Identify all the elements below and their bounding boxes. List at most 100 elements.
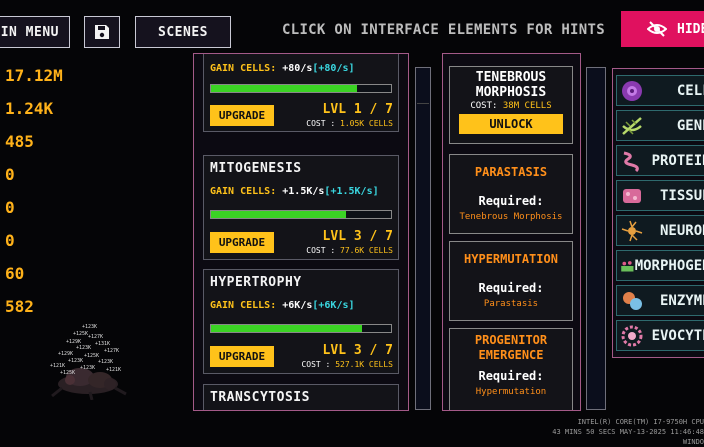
system-info-line: 43 MINS 50 SECS MAY-13-2025 11:46:48 WIN… <box>552 428 704 446</box>
upgrade-progress-fill <box>211 211 346 218</box>
gain-label: GAIN CELLS: <box>210 300 277 311</box>
upgrade-scrollbar[interactable] <box>415 67 431 410</box>
hide-label: HIDE <box>677 21 704 37</box>
unlock-button[interactable]: UNLOCK <box>459 114 563 134</box>
evolution-title-line: PROGENITOR <box>474 333 548 347</box>
upgrade-progress-bar <box>210 84 392 93</box>
eye-off-icon <box>647 21 667 37</box>
evolution-title-line: MORPHOSIS <box>475 85 547 100</box>
dna-icon <box>622 116 642 135</box>
gain-value: +1.5K/s <box>282 186 325 197</box>
hide-button[interactable]: HIDE <box>621 11 704 47</box>
evolution-title: PROGENITOR EMERGENCE <box>450 333 572 363</box>
category-label: CELLS <box>676 82 704 99</box>
evolution-scrollbar[interactable] <box>586 67 606 410</box>
upgrade-card: MITOGENESIS GAIN CELLS: +1.5K/s[+1.5K/s]… <box>203 155 399 260</box>
floating-gain: +125K <box>60 370 76 376</box>
upgrade-gain: GAIN CELLS: +80/s[+80/s] <box>210 63 355 74</box>
floating-gain: +121K <box>106 367 122 373</box>
neuron-icon <box>621 220 643 241</box>
category-label: NEURONS <box>659 222 704 239</box>
cost-label: COST : <box>306 119 336 128</box>
category-neurons[interactable]: NEURONS <box>616 215 704 246</box>
category-proteins[interactable]: PROTEINS <box>616 145 704 176</box>
upgrade-card: GAIN CELLS: +80/s[+80/s] UPGRADE LVL 1 /… <box>203 54 399 132</box>
evolution-card: TENEBROUS MORPHOSIS COST: 38M CELLS UNLO… <box>449 66 573 144</box>
category-enzymes[interactable]: ENZYMES <box>616 285 704 316</box>
upgrade-name: MITOGENESIS <box>210 161 302 176</box>
upgrade-button[interactable]: UPGRADE <box>210 346 274 367</box>
resource-value: 0 <box>5 165 15 184</box>
evolution-card: HYPERMUTATION Required: Parastasis <box>449 241 573 321</box>
resource-value: 1.24K <box>5 99 54 118</box>
gain-value: +80/s <box>282 63 313 74</box>
upgrade-card: HYPERTROPHY GAIN CELLS: +6K/s[+6K/s] UPG… <box>203 269 399 374</box>
scenes-button[interactable]: SCENES <box>135 16 231 48</box>
scrollbar-thumb[interactable] <box>417 69 429 104</box>
upgrade-button[interactable]: UPGRADE <box>210 105 274 126</box>
floating-gain: +123K <box>80 365 96 371</box>
upgrade-cost: COST : 527.1K CELLS <box>301 360 393 369</box>
cost-value: 77.6K CELLS <box>340 246 393 255</box>
evolution-card: PROGENITOR EMERGENCE Required: Hypermuta… <box>449 328 573 410</box>
cost-value: 38M CELLS <box>502 101 552 111</box>
upgrade-progress-bar <box>210 210 392 219</box>
evolution-title-line: EMERGENCE <box>478 348 544 362</box>
resource-list: 17.12M 1.24K 485 0 0 0 60 582 <box>5 66 63 330</box>
floating-gain: +123K <box>68 358 84 364</box>
upgrade-level: LVL 1 / 7 <box>322 102 393 117</box>
upgrade-panel[interactable]: GAIN CELLS: +80/s[+80/s] UPGRADE LVL 1 /… <box>193 53 409 411</box>
evolution-title: HYPERMUTATION <box>464 252 558 266</box>
resource-value: 485 <box>5 132 34 151</box>
upgrade-gain: GAIN CELLS: +6K/s[+6K/s] <box>210 300 355 311</box>
floating-gain: +129K <box>58 351 74 357</box>
category-morphogens[interactable]: MORPHOGENS <box>616 250 704 281</box>
required-value: Parastasis <box>483 299 539 309</box>
cost-label: COST : <box>301 360 331 369</box>
floating-gain: +131K <box>95 341 111 347</box>
category-evocytes[interactable]: EVOCYTES <box>616 320 704 351</box>
upgrade-progress-bar <box>210 324 392 333</box>
floating-gain: +125K <box>73 331 89 337</box>
protein-icon <box>623 151 639 172</box>
upgrade-level: LVL 3 / 7 <box>322 229 393 244</box>
upgrade-button[interactable]: UPGRADE <box>210 232 274 253</box>
save-button[interactable] <box>84 16 120 48</box>
evolution-panel[interactable]: TENEBROUS MORPHOSIS COST: 38M CELLS UNLO… <box>442 53 581 411</box>
upgrade-name: TRANSCYTOSIS <box>210 390 310 405</box>
cost-value: 1.05K CELLS <box>340 119 393 128</box>
upgrade-cost: COST : 77.6K CELLS <box>306 246 393 255</box>
main-menu-button[interactable]: AIN MENU <box>0 16 70 48</box>
category-cells[interactable]: CELLS <box>616 75 704 106</box>
gain-boosted: [+80/s] <box>312 63 355 74</box>
evolution-title: PARASTASIS <box>474 165 548 179</box>
enzyme-icon <box>623 291 642 310</box>
floating-gain: +125K <box>84 353 100 359</box>
category-genes[interactable]: GENES <box>616 110 704 141</box>
tissue-icon <box>623 188 641 203</box>
floating-gain: +123K <box>76 345 92 351</box>
upgrade-progress-fill <box>211 85 357 92</box>
required-label: Required: <box>478 194 544 208</box>
floating-gain: +127K <box>88 334 104 340</box>
floating-gain: +121K <box>50 363 66 369</box>
cost-value: 527.1K CELLS <box>335 360 393 369</box>
upgrade-progress-fill <box>211 325 363 332</box>
category-nav: CELLS GENES PROTEINS TISSUES NEURONS MOR… <box>612 68 704 358</box>
category-label: ENZYMES <box>659 292 704 309</box>
floating-gain: +123K <box>98 359 114 365</box>
cell-icon <box>622 80 642 101</box>
creature[interactable]: +123K +125K +127K +129K +131K +123K +127… <box>40 322 140 400</box>
resource-value: 0 <box>5 198 15 217</box>
system-info: INTEL(R) CORE(TM) I7-9750H CPU 43 MINS 5… <box>544 417 704 447</box>
gain-value: +6K/s <box>282 300 313 311</box>
resource-value: 17.12M <box>5 66 63 85</box>
category-label: TISSUES <box>659 187 704 204</box>
category-label: EVOCYTES <box>651 327 704 344</box>
gain-boosted: [+6K/s] <box>312 300 355 311</box>
category-label: GENES <box>676 117 704 134</box>
required-value: Hypermutation <box>475 387 547 397</box>
required-label: Required: <box>478 369 544 383</box>
category-tissues[interactable]: TISSUES <box>616 180 704 211</box>
required-label: Required: <box>478 281 544 295</box>
